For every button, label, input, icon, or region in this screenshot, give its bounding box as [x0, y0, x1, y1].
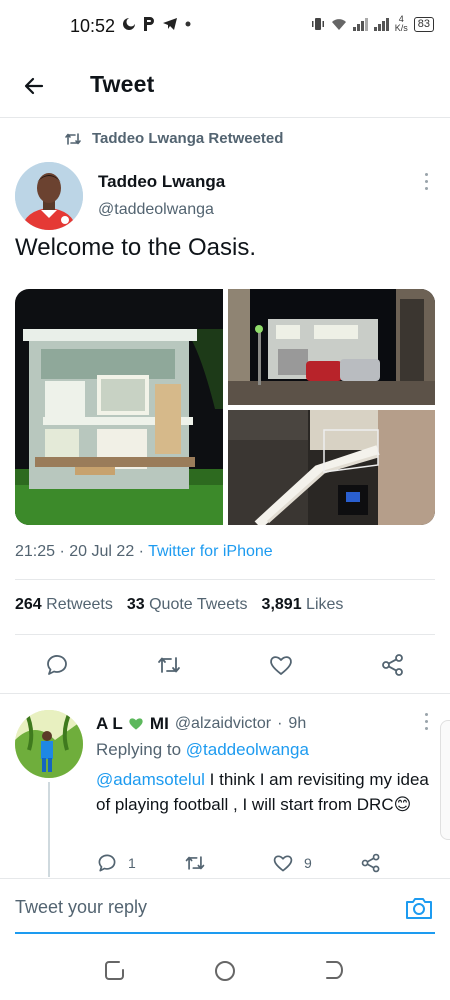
arrow-left-icon: [24, 77, 44, 95]
retweet-button[interactable]: [156, 652, 184, 680]
replying-to: Replying to @taddeolwanga: [96, 740, 309, 760]
retweet-icon: [65, 132, 81, 145]
author-avatar-image: [15, 162, 83, 230]
retweets-stat[interactable]: 264 Retweets: [15, 596, 113, 614]
compose-underline: [15, 932, 435, 934]
media-image-driveway[interactable]: [228, 289, 435, 405]
more-dot-icon: [424, 173, 428, 176]
back-nav-button[interactable]: [322, 959, 348, 985]
author-handle[interactable]: @taddeolwanga: [98, 201, 214, 219]
more-options-button[interactable]: [418, 173, 434, 193]
more-dot-icon: [424, 713, 428, 716]
signal-2-icon: [373, 17, 389, 31]
reply-author-handle[interactable]: @alzaidvictor: [175, 715, 271, 733]
tweet-source-link[interactable]: Twitter for iPhone: [148, 543, 273, 560]
reply-actions-bar: 1 9: [0, 852, 450, 878]
divider: [15, 579, 435, 580]
reply-avatar-image: [15, 710, 83, 778]
media-image-house-front[interactable]: [15, 289, 223, 525]
reply-reply-button[interactable]: 1: [96, 852, 136, 874]
reply-text: @adamsotelul I think I am revisiting my …: [96, 767, 431, 817]
reply-share-button[interactable]: [360, 852, 382, 874]
share-button[interactable]: [380, 652, 408, 680]
share-icon: [361, 853, 380, 873]
share-icon: [382, 654, 403, 676]
vibrate-icon: [311, 18, 324, 30]
retweet-icon: [185, 856, 205, 870]
separator: ·: [138, 543, 144, 560]
retweet-context[interactable]: Taddeo Lwanga Retweeted: [64, 130, 283, 147]
tweet-media-grid: [15, 289, 435, 525]
separator: ·: [277, 715, 283, 732]
like-button[interactable]: [268, 652, 296, 680]
tweet-timestamp: 21:25 · 20 Jul 22 · Twitter for iPhone: [15, 543, 273, 561]
reply-mention-link[interactable]: @adamsotelul: [96, 770, 205, 789]
author-avatar[interactable]: [15, 162, 83, 230]
reply-reply-count: 1: [128, 855, 136, 871]
status-right-icons: 4 K/s 83: [311, 15, 434, 33]
page-title: Tweet: [90, 71, 155, 97]
more-dot-icon: [424, 180, 428, 183]
heart-icon: [270, 656, 292, 675]
smile-emoji: 😊: [393, 795, 412, 814]
tweet-date: 20 Jul 22: [69, 543, 135, 560]
reply-retweet-button[interactable]: [184, 852, 206, 874]
home-button[interactable]: [213, 959, 239, 985]
tweet-actions-bar: [0, 652, 450, 682]
reply-compose-input[interactable]: [15, 897, 375, 918]
likes-stat[interactable]: 3,891 Likes: [262, 596, 344, 614]
compose-bar: [0, 878, 450, 936]
reply-like-button[interactable]: 9: [272, 852, 312, 874]
network-speed: 4 K/s: [394, 14, 408, 33]
reply-button[interactable]: [44, 652, 72, 680]
retweet-icon: [158, 657, 180, 673]
top-header: Tweet: [0, 52, 450, 118]
reply-header: A L MI @alzaidvictor · 9h: [96, 714, 306, 734]
more-dot-icon: [424, 727, 428, 730]
reply-avatar[interactable]: [15, 710, 83, 778]
moon-icon: [123, 17, 136, 30]
reply-icon: [47, 655, 67, 675]
separator: ·: [59, 543, 65, 560]
recents-button[interactable]: [104, 959, 130, 985]
reply-more-options-button[interactable]: [418, 713, 434, 733]
heart-icon: [273, 855, 293, 872]
wifi-icon: [331, 18, 346, 30]
parking-p-icon: [144, 17, 154, 31]
reply-age: 9h: [288, 715, 307, 732]
camera-icon: [406, 898, 432, 919]
telegram-icon: [163, 18, 177, 30]
tweet-time: 21:25: [15, 543, 56, 560]
status-bar: 10:52 4 K/s 83: [0, 0, 450, 52]
divider: [0, 693, 450, 694]
camera-button[interactable]: [404, 894, 434, 922]
author-name[interactable]: Taddeo Lwanga: [98, 172, 225, 192]
quote-tweets-stat[interactable]: 33 Quote Tweets: [127, 596, 248, 614]
media-image-staircase[interactable]: [228, 410, 435, 525]
green-heart-icon: [129, 718, 143, 730]
android-nav-bar: [0, 945, 450, 1000]
dot-icon: [185, 21, 191, 27]
replying-to-handle[interactable]: @taddeolwanga: [186, 740, 309, 759]
reply-icon: [98, 854, 116, 872]
more-dot-icon: [424, 187, 428, 190]
back-button[interactable]: [18, 70, 50, 102]
status-left-icons: [120, 16, 192, 32]
recents-icon: [105, 961, 124, 980]
signal-1-icon: [352, 17, 368, 31]
tweet-stats: 264 Retweets 33 Quote Tweets 3,891 Likes: [15, 596, 343, 614]
tweet-text: Welcome to the Oasis.: [15, 234, 256, 261]
more-dot-icon: [424, 720, 428, 723]
status-time: 10:52: [70, 16, 116, 36]
back-nav-icon: [326, 961, 343, 979]
home-circle-icon: [215, 961, 235, 981]
reply-author-name[interactable]: A L MI: [96, 714, 169, 734]
side-handle[interactable]: [440, 720, 450, 840]
divider: [15, 634, 435, 635]
reply-like-count: 9: [304, 855, 312, 871]
retweet-label: Taddeo Lwanga Retweeted: [92, 130, 284, 147]
replying-to-label: Replying to: [96, 740, 182, 759]
battery-indicator: 83: [413, 16, 434, 32]
